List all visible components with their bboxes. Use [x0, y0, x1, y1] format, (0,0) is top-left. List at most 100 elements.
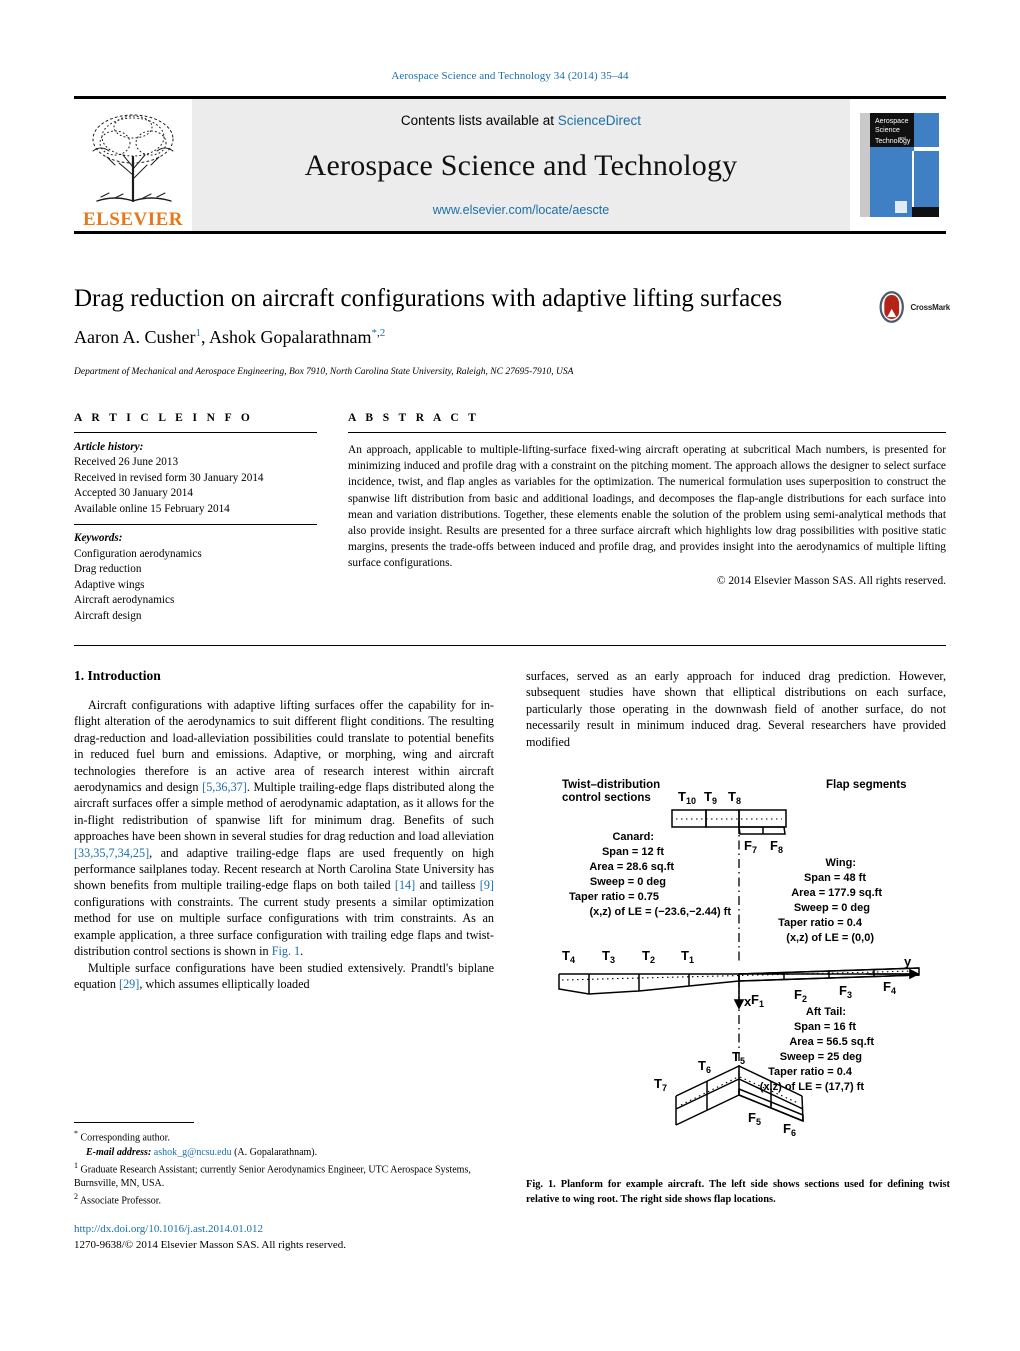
- corresponding-author-marker[interactable]: *,2: [371, 327, 385, 339]
- abstract-text: An approach, applicable to multiple-lift…: [348, 444, 946, 570]
- figure-label-twist-line1: Twist–distribution: [562, 779, 660, 791]
- keyword-item: Aircraft design: [74, 609, 142, 622]
- footnote-marker-asterisk: *: [74, 1129, 78, 1138]
- canard-spec-line: Sweep = 0 deg: [590, 876, 666, 888]
- doi-block: http://dx.doi.org/10.1016/j.ast.2014.01.…: [74, 1222, 504, 1254]
- citation-link[interactable]: [14]: [395, 878, 415, 892]
- figure-1-planform: Twist–distribution control sections Flap…: [526, 778, 950, 1175]
- intro-paragraph-continued: surfaces, served as an early approach fo…: [526, 669, 946, 749]
- crossmark-badge[interactable]: CrossMark: [876, 287, 950, 327]
- journal-homepage-url[interactable]: www.elsevier.com/locate/aescte: [433, 203, 609, 217]
- planform-diagram: Twist–distribution control sections Flap…: [558, 779, 920, 1138]
- canard-spec-line: Span = 12 ft: [602, 846, 664, 858]
- article-info-heading: A R T I C L E I N F O: [74, 412, 254, 424]
- svg-text:T4: T4: [562, 948, 575, 965]
- author-1-footnote-marker[interactable]: 1: [195, 327, 201, 339]
- article-history-label: Article history:: [74, 441, 144, 453]
- footnote-corresponding: * Corresponding author.: [74, 1128, 494, 1146]
- svg-text:F4: F4: [883, 979, 896, 996]
- email-owner: (A. Gopalarathnam).: [234, 1146, 318, 1158]
- author-name-1: Aaron A. Cusher: [74, 327, 196, 347]
- footnote-1-text: Graduate Research Assistant; currently S…: [74, 1164, 471, 1190]
- footnote-marker-2: 2: [74, 1192, 78, 1202]
- footnote-email: E-mail address: ashok_g@ncsu.edu (A. Gop…: [74, 1146, 494, 1160]
- wing-spec-name: Wing:: [826, 857, 856, 869]
- abstract-copyright: © 2014 Elsevier Masson SAS. All rights r…: [716, 574, 946, 587]
- elsevier-tree-icon: [92, 114, 174, 203]
- wing-spec-line: Span = 48 ft: [804, 872, 866, 884]
- keyword-item: Adaptive wings: [74, 578, 145, 591]
- info-divider-mid: [74, 524, 317, 526]
- history-revised: Received in revised form 30 January 2014: [74, 471, 264, 484]
- contents-available-line: Contents lists available at ScienceDirec…: [401, 113, 641, 128]
- svg-text:F8: F8: [770, 838, 783, 855]
- journal-title: Aerospace Science and Technology: [304, 148, 738, 182]
- svg-text:T3: T3: [602, 948, 615, 965]
- figure-reference-link[interactable]: Fig. 1: [272, 944, 300, 958]
- tail-spec-line: Sweep = 25 deg: [780, 1051, 862, 1063]
- axis-label-y: y: [904, 954, 912, 969]
- author-list: Aaron A. Cusher1, Ashok Gopalarathnam*,2: [74, 327, 386, 347]
- figure-label-twist-line2: control sections: [562, 792, 651, 804]
- crossmark-label: CrossMark: [910, 302, 950, 312]
- history-received: Received 26 June 2013: [74, 456, 179, 469]
- elsevier-logo: ELSEVIER: [74, 99, 192, 231]
- wing-spec-line: (x,z) of LE = (0,0): [786, 932, 874, 944]
- svg-text:T5: T5: [732, 1049, 745, 1066]
- svg-text:F1: F1: [751, 992, 764, 1009]
- article-title: Drag reduction on aircraft configuration…: [74, 285, 783, 312]
- footnote-1: 1 Graduate Research Assistant; currently…: [74, 1160, 494, 1192]
- content-divider: [74, 645, 946, 646]
- canard-spec-name: Canard:: [612, 831, 654, 843]
- svg-text:T10: T10: [678, 789, 696, 806]
- corresponding-author-text: Corresponding author.: [80, 1132, 170, 1144]
- email-link[interactable]: ashok_g@ncsu.edu: [154, 1147, 232, 1158]
- keyword-item: Drag reduction: [74, 563, 142, 576]
- svg-text:and: and: [899, 135, 906, 140]
- citation-link[interactable]: [5,36,37]: [202, 780, 247, 794]
- citation-link[interactable]: [29]: [119, 977, 139, 991]
- svg-text:F2: F2: [794, 987, 807, 1004]
- issn-copyright-line: 1270-9638/© 2014 Elsevier Masson SAS. Al…: [74, 1238, 347, 1251]
- journal-masthead: ELSEVIER Contents lists available at Sci…: [74, 96, 946, 234]
- citation-link[interactable]: [33,35,7,34,25]: [74, 846, 149, 860]
- svg-text:Aerospace: Aerospace: [875, 118, 909, 125]
- svg-text:F3: F3: [839, 983, 852, 1000]
- footnotes-block: * Corresponding author. E-mail address: …: [74, 1122, 494, 1209]
- journal-cover-thumbnail: Aerospace Science Technology and: [850, 99, 946, 231]
- svg-text:F6: F6: [783, 1121, 796, 1138]
- svg-text:F7: F7: [744, 838, 757, 855]
- svg-text:T7: T7: [654, 1076, 667, 1093]
- footnote-rule: [74, 1122, 194, 1123]
- svg-text:F5: F5: [748, 1110, 761, 1127]
- cover-art: Aerospace Science Technology and: [857, 109, 939, 221]
- canard-spec-line: Taper ratio = 0.75: [569, 891, 659, 903]
- footnote-2: 2 Associate Professor.: [74, 1191, 494, 1209]
- figure-1-caption: Fig. 1. Planform for example aircraft. T…: [526, 1179, 950, 1205]
- keywords-label: Keywords:: [74, 532, 123, 545]
- wing-spec-line: Sweep = 0 deg: [794, 902, 870, 914]
- body-column-right: surfaces, served as an early approach fo…: [526, 668, 946, 750]
- article-info-block: A R T I C L E I N F O Article history: R…: [74, 412, 317, 624]
- sciencedirect-link[interactable]: ScienceDirect: [558, 113, 641, 128]
- journal-article-page: Aerospace Science and Technology 34 (201…: [0, 0, 1020, 1351]
- svg-text:T9: T9: [704, 789, 717, 806]
- abstract-divider: [348, 432, 946, 433]
- footnote-marker-1: 1: [74, 1160, 78, 1170]
- wing-spec-line: Area = 177.9 sq.ft: [791, 887, 882, 899]
- section-heading-introduction: 1. Introduction: [74, 668, 161, 683]
- canard-spec-line: (x,z) of LE = (−23.6,−2.44) ft: [589, 906, 731, 918]
- doi-link[interactable]: http://dx.doi.org/10.1016/j.ast.2014.01.…: [74, 1222, 504, 1238]
- citation-link[interactable]: [9]: [480, 878, 494, 892]
- svg-text:T6: T6: [698, 1058, 711, 1075]
- author-affiliation: Department of Mechanical and Aerospace E…: [74, 367, 574, 377]
- tail-spec-line: Span = 16 ft: [794, 1021, 856, 1033]
- author-name-2: Ashok Gopalarathnam: [209, 327, 372, 347]
- masthead-center: Contents lists available at ScienceDirec…: [192, 99, 850, 231]
- canard-spec-line: Area = 28.6 sq.ft: [589, 861, 674, 873]
- svg-text:Science: Science: [875, 127, 900, 134]
- svg-text:T8: T8: [728, 789, 741, 806]
- keyword-item: Aircraft aerodynamics: [74, 594, 175, 607]
- svg-text:T1: T1: [681, 948, 694, 965]
- intro-paragraph-1: Aircraft configurations with adaptive li…: [74, 698, 494, 959]
